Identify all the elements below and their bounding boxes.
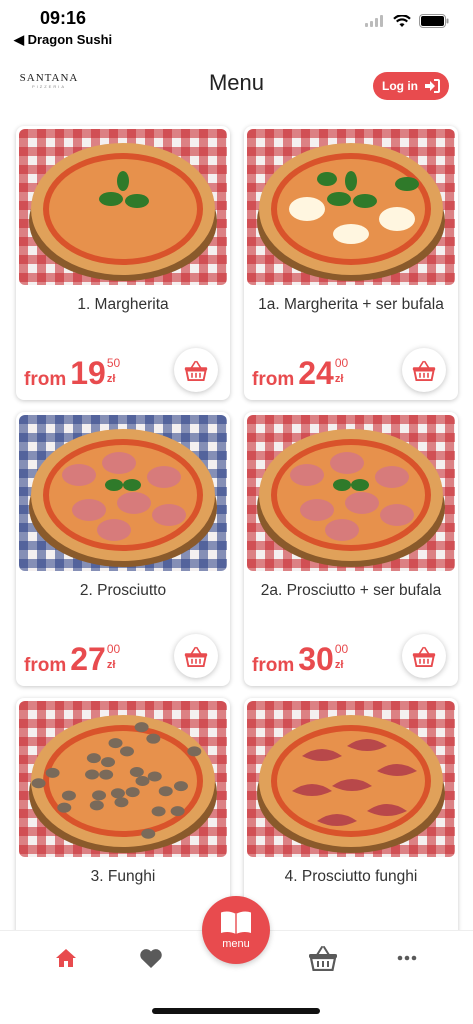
price-cents: 00 — [334, 642, 349, 656]
product-grid: 1. Margherita from 19 50 zł 1a. Margheri… — [0, 122, 473, 930]
product-name: 3. Funghi — [90, 868, 156, 885]
back-to-app-link[interactable]: ◀ Dragon Sushi — [14, 32, 112, 48]
login-label: Log in — [382, 79, 418, 93]
product-price: from 27 00 zł — [24, 642, 120, 677]
wifi-icon — [393, 14, 411, 27]
product-name: 2a. Prosciutto + ser bufala — [260, 582, 442, 599]
product-name: 1. Margherita — [77, 296, 169, 313]
battery-icon — [419, 14, 449, 28]
product-price: from 19 50 zł — [24, 356, 120, 391]
price-currency: zł — [334, 373, 344, 385]
product-name: 1a. Margherita + ser bufala — [258, 296, 444, 313]
add-to-basket-button[interactable] — [174, 634, 218, 678]
product-image[interactable] — [19, 701, 227, 857]
price-cents: 00 — [334, 356, 349, 370]
basket-icon — [184, 646, 208, 667]
product-name: 2. Prosciutto — [79, 582, 167, 599]
product-card[interactable]: 1. Margherita from 19 50 zł — [16, 126, 230, 400]
price-cents: 50 — [106, 356, 121, 370]
login-button[interactable]: Log in — [373, 72, 449, 100]
heart-icon — [140, 948, 162, 968]
add-to-basket-button[interactable] — [402, 348, 446, 392]
basket-icon — [412, 360, 436, 381]
tab-more[interactable] — [390, 943, 424, 973]
home-indicator — [152, 1008, 320, 1014]
product-card[interactable]: 3. Funghi — [16, 698, 230, 930]
product-card[interactable]: 2. Prosciutto from 27 00 zł — [16, 412, 230, 686]
menu-fab-label: menu — [222, 938, 250, 950]
more-icon — [397, 955, 417, 961]
product-card[interactable]: 2a. Prosciutto + ser bufala from 30 00 z… — [244, 412, 458, 686]
price-main: 19 — [70, 355, 106, 391]
status-bar: 09:16 ◀ Dragon Sushi — [0, 0, 473, 52]
product-card[interactable]: 1a. Margherita + ser bufala from 24 00 z… — [244, 126, 458, 400]
home-icon — [56, 949, 76, 967]
price-main: 24 — [298, 355, 334, 391]
status-time: 09:16 — [40, 8, 87, 28]
product-image[interactable] — [247, 415, 455, 571]
price-prefix: from — [24, 369, 67, 390]
product-card[interactable]: 4. Prosciutto funghi — [244, 698, 458, 930]
product-price: from 24 00 zł — [252, 356, 348, 391]
status-icons — [365, 14, 449, 28]
tab-favorites[interactable] — [134, 943, 168, 973]
product-price: from 30 00 zł — [252, 642, 348, 677]
price-prefix: from — [252, 369, 295, 390]
basket-icon — [412, 646, 436, 667]
basket-icon — [309, 946, 337, 971]
price-prefix: from — [24, 655, 67, 676]
product-image[interactable] — [19, 129, 227, 285]
price-prefix: from — [252, 655, 295, 676]
book-icon — [221, 911, 251, 934]
menu-fab-button[interactable]: menu — [202, 896, 270, 964]
add-to-basket-button[interactable] — [174, 348, 218, 392]
price-main: 27 — [70, 641, 106, 677]
price-cents: 00 — [106, 642, 121, 656]
product-image[interactable] — [247, 129, 455, 285]
tab-home[interactable] — [49, 943, 83, 973]
product-name: 4. Prosciutto funghi — [284, 868, 418, 885]
price-currency: zł — [106, 659, 116, 671]
add-to-basket-button[interactable] — [402, 634, 446, 678]
product-image[interactable] — [19, 415, 227, 571]
login-arrow-icon — [425, 79, 440, 93]
signal-icon — [365, 15, 383, 27]
price-currency: zł — [334, 659, 344, 671]
app-header: SANTANA PIZZERIA Menu Log in — [0, 56, 473, 114]
tab-basket[interactable] — [306, 943, 340, 973]
basket-icon — [184, 360, 208, 381]
price-main: 30 — [298, 641, 334, 677]
product-image[interactable] — [247, 701, 455, 857]
price-currency: zł — [106, 373, 116, 385]
